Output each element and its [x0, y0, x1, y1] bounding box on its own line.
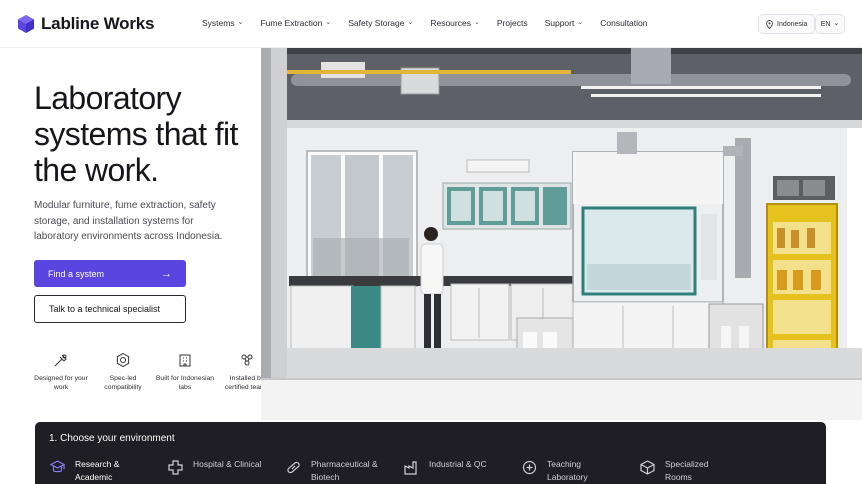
hero-lab-illustration — [261, 48, 862, 420]
nav-item-label: Consultation — [600, 18, 648, 28]
nav-item-label: Support — [544, 18, 575, 28]
chevron-down-icon: ⌄ — [325, 19, 332, 26]
capsule-icon — [287, 461, 300, 474]
environment-option-teaching[interactable]: Teaching Laboratory — [521, 458, 639, 483]
environment-option-label: Research & Academic — [75, 459, 120, 482]
find-system-button[interactable]: Find a system → — [34, 260, 186, 287]
teaching-icon — [522, 460, 537, 475]
lab-scene-svg — [261, 48, 862, 420]
environment-title: 1. Choose your environment — [49, 433, 175, 444]
chevron-down-icon: ⌄ — [473, 19, 480, 26]
environment-option-label: Teaching Laboratory — [547, 459, 588, 482]
arrow-right-icon: → — [161, 267, 172, 280]
feature-label: Built for Indonesian labs — [155, 375, 215, 391]
hero-subtitle: Modular furniture, fume extraction, safe… — [34, 200, 223, 242]
pipette-icon — [54, 354, 67, 367]
location-pin-icon — [766, 19, 773, 29]
hero-title: Laboratory systems that fit the work. — [34, 80, 238, 188]
feature-item: Built for Indonesian labs — [154, 352, 216, 392]
nav-item-label: Systems — [202, 18, 235, 28]
gear-hex-icon — [116, 352, 130, 368]
nav-item-support[interactable]: Support ⌄ — [545, 18, 584, 28]
environment-selector-panel: 1. Choose your environment Research & Ac… — [35, 422, 826, 484]
environment-options: Research & Academic Hospital & Clinical … — [49, 458, 757, 483]
brand-logo-icon — [18, 15, 34, 33]
feature-item: Spec-led compatibility — [92, 352, 154, 392]
chevron-down-icon: ⌄ — [407, 19, 414, 26]
cube-icon — [640, 460, 655, 475]
environment-option-pharma[interactable]: Pharmaceutical & Biotech — [285, 458, 403, 483]
brand[interactable]: Labline Works — [18, 14, 154, 34]
environment-option-label: Hospital & Clinical — [193, 459, 262, 469]
top-navigation: Labline Works Systems ⌄ Fume Extraction ⌄ Sa… — [0, 0, 862, 48]
factory-icon — [404, 461, 417, 475]
nav-item-label: Safety Storage — [348, 18, 405, 28]
molecule-icon — [241, 354, 253, 366]
talk-specialist-button[interactable]: Talk to a technical specialist — [34, 295, 186, 323]
environment-option-research[interactable]: Research & Academic — [49, 458, 167, 483]
nav-item-systems[interactable]: Systems ⌄ — [202, 18, 243, 28]
nav-item-projects[interactable]: Projects — [497, 18, 528, 28]
brand-name: Labline Works — [41, 14, 155, 33]
nav-item-safety-storage[interactable]: Safety Storage ⌄ — [348, 18, 413, 28]
find-system-label: Find a system — [48, 268, 105, 279]
chevron-down-icon: ⌄ — [237, 19, 244, 26]
medical-cross-icon — [168, 460, 183, 475]
chevron-down-icon: ⌄ — [577, 19, 584, 26]
talk-specialist-label: Talk to a technical specialist — [49, 304, 161, 314]
building-icon — [179, 354, 191, 367]
feature-label: Designed for your work — [34, 375, 88, 391]
nav-item-resources[interactable]: Resources ⌄ — [430, 18, 480, 28]
environment-option-label: Pharmaceutical & Biotech — [311, 459, 378, 482]
region-label: Indonesia — [777, 20, 808, 28]
main-menu: Systems ⌄ Fume Extraction ⌄ Safety Storage ⌄ R… — [202, 18, 665, 28]
environment-option-label: Specialized Rooms — [665, 459, 709, 482]
nav-item-label: Projects — [496, 18, 528, 28]
environment-option-hospital[interactable]: Hospital & Clinical — [167, 458, 285, 483]
feature-label: Spec-led compatibility — [104, 375, 142, 391]
region-selector[interactable]: Indonesia — [758, 14, 816, 34]
graduation-icon — [49, 460, 66, 473]
feature-item: Designed for your work — [30, 352, 92, 392]
feature-list: Designed for your work Spec-led compatib… — [30, 352, 278, 392]
nav-item-consultation[interactable]: Consultation — [600, 18, 647, 28]
language-selector[interactable]: EN ⌄ — [815, 14, 845, 34]
nav-item-label: Resources — [430, 18, 471, 28]
chevron-down-icon: ⌄ — [833, 20, 840, 27]
environment-option-specialized[interactable]: Specialized Rooms — [639, 458, 757, 483]
nav-item-label: Fume Extraction — [260, 18, 323, 28]
nav-item-fume-extraction[interactable]: Fume Extraction ⌄ — [260, 18, 331, 28]
environment-option-label: Industrial & QC — [429, 459, 487, 469]
environment-option-industrial[interactable]: Industrial & QC — [403, 458, 521, 483]
language-label: EN — [820, 20, 831, 28]
